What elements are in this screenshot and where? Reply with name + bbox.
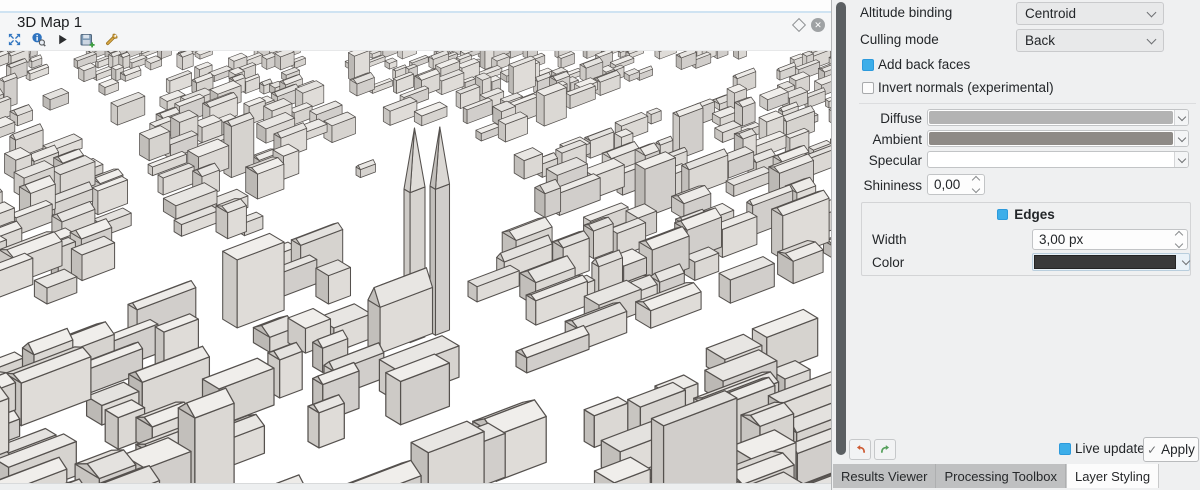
save-image-button[interactable] [78, 31, 95, 48]
specular-color-swatch [929, 153, 1173, 166]
invert-normals-label[interactable]: Invert normals (experimental) [878, 80, 1054, 95]
identify-button[interactable] [30, 31, 47, 48]
identify-icon [31, 32, 46, 47]
altitude-binding-select[interactable]: Centroid [1016, 2, 1164, 25]
edges-group-title: Edges [862, 207, 1190, 222]
specular-label: Specular [860, 153, 922, 168]
check-icon: ✓ [1147, 443, 1157, 457]
specular-color-button[interactable] [927, 151, 1189, 168]
undo-icon [854, 443, 867, 456]
add-back-faces-label[interactable]: Add back faces [878, 57, 970, 72]
color-dropdown-arrow[interactable] [1177, 254, 1189, 270]
float-panel-icon[interactable] [792, 18, 806, 32]
layer-styling-panel: Altitude binding Centroid Culling mode B… [831, 0, 1200, 490]
edges-label[interactable]: Edges [1014, 207, 1055, 222]
diffuse-color-button[interactable] [927, 109, 1189, 126]
play-icon [55, 32, 70, 47]
live-update-checkbox[interactable] [1059, 443, 1071, 455]
color-dropdown-arrow[interactable] [1174, 152, 1188, 167]
diffuse-color-swatch [929, 111, 1173, 124]
invert-normals-checkbox[interactable] [862, 82, 874, 94]
tab-results-viewer[interactable]: Results Viewer [833, 464, 936, 488]
dock-window-controls: ✕ [794, 18, 825, 32]
chevron-down-icon [1147, 34, 1157, 44]
app-window: 3D Map 1 ✕ [0, 0, 1200, 490]
apply-button[interactable]: ✓ Apply [1143, 437, 1199, 462]
panel-scrollbar[interactable] [836, 2, 846, 455]
tab-layer-styling[interactable]: Layer Styling [1066, 464, 1159, 488]
ambient-color-button[interactable] [927, 130, 1189, 147]
color-dropdown-arrow[interactable] [1174, 131, 1188, 146]
culling-mode-select[interactable]: Back [1016, 29, 1164, 52]
configure-button[interactable] [102, 31, 119, 48]
zoom-full-icon [7, 32, 22, 47]
chevron-down-icon [1177, 154, 1185, 162]
tab-processing-toolbox[interactable]: Processing Toolbox [936, 464, 1066, 488]
3d-map-panel: 3D Map 1 ✕ [0, 0, 831, 490]
shininess-label: Shininess [860, 178, 922, 193]
play-animation-button[interactable] [54, 31, 71, 48]
undo-style-button[interactable] [849, 439, 871, 460]
map-toolbar [6, 31, 119, 48]
close-panel-icon[interactable]: ✕ [811, 18, 825, 32]
culling-mode-value: Back [1025, 33, 1055, 48]
edge-width-spinbox[interactable]: 3,00 px [1032, 229, 1188, 250]
add-back-faces-checkbox[interactable] [862, 59, 874, 71]
map-panel-titlebar: 3D Map 1 ✕ [0, 13, 831, 50]
map-panel-title: 3D Map 1 [17, 14, 82, 31]
apply-button-label: Apply [1161, 442, 1195, 457]
redo-style-button[interactable] [874, 439, 896, 460]
edge-color-label: Color [872, 255, 904, 270]
altitude-binding-label: Altitude binding [860, 5, 952, 20]
edges-groupbox: Edges Width 3,00 px Color [861, 202, 1191, 276]
3d-map-viewport[interactable] [0, 50, 831, 484]
spin-arrows-icon[interactable] [973, 177, 979, 192]
dock-tabbar: Results Viewer Processing Toolbox Layer … [833, 464, 1159, 488]
redo-icon [879, 443, 892, 456]
culling-mode-label: Culling mode [860, 32, 939, 47]
chevron-down-icon [1177, 133, 1185, 141]
section-divider [859, 103, 1196, 104]
ambient-color-swatch [929, 132, 1173, 145]
wrench-icon [103, 32, 119, 48]
edge-width-value: 3,00 px [1039, 232, 1083, 247]
zoom-full-button[interactable] [6, 31, 23, 48]
altitude-binding-value: Centroid [1025, 6, 1076, 21]
save-image-icon [79, 32, 95, 48]
chevron-down-icon [1177, 112, 1185, 120]
ambient-label: Ambient [860, 132, 922, 147]
edge-color-swatch [1034, 255, 1176, 269]
spin-arrows-icon[interactable] [1176, 232, 1182, 247]
shininess-value: 0,00 [934, 177, 960, 192]
diffuse-label: Diffuse [860, 111, 922, 126]
shininess-spinbox[interactable]: 0,00 [927, 174, 985, 195]
chevron-down-icon [1147, 7, 1157, 17]
live-update-label[interactable]: Live update [1075, 441, 1145, 456]
statusbar-edge [0, 483, 831, 490]
edge-width-label: Width [872, 232, 907, 247]
main-window-edge [0, 0, 831, 13]
color-dropdown-arrow[interactable] [1174, 110, 1188, 125]
edges-checkbox[interactable] [997, 209, 1008, 220]
edge-color-button[interactable] [1032, 253, 1190, 271]
chevron-down-icon [1182, 256, 1190, 264]
3d-city-render [0, 51, 831, 484]
